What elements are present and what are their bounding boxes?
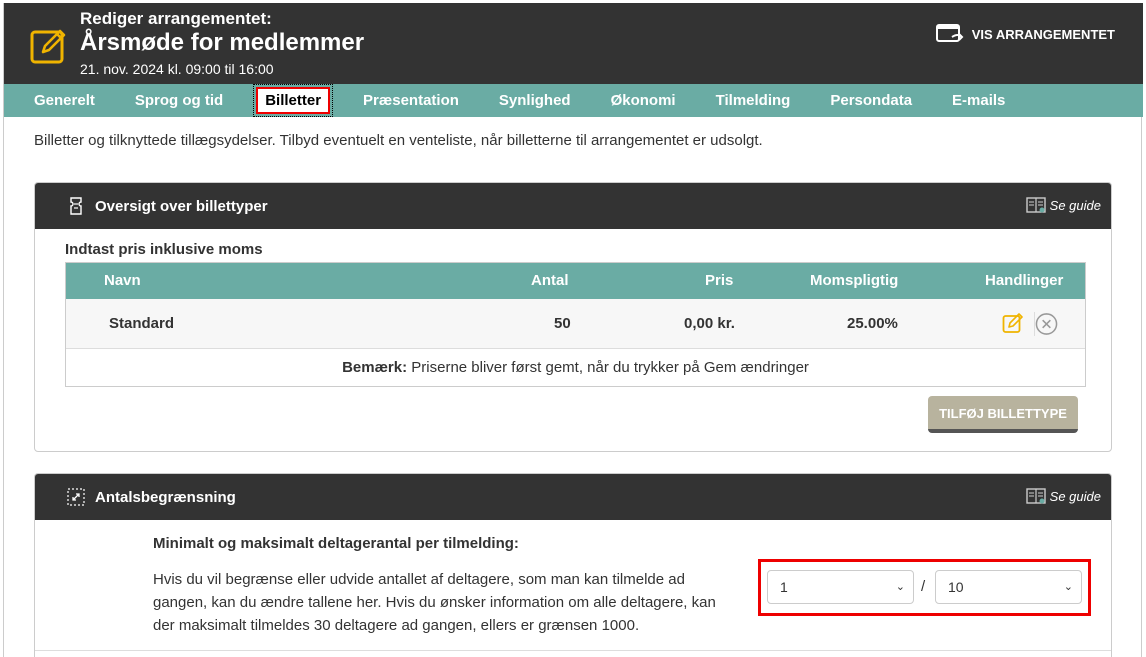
- ticket-types-panel-header: Oversigt over billettyper Se guide: [35, 183, 1111, 229]
- se-guide-link-2[interactable]: Se guide: [1025, 488, 1101, 504]
- min-max-description: Hvis du vil begrænse eller udvide antall…: [153, 571, 716, 634]
- min-participants-select[interactable]: 1 ⌄: [767, 570, 914, 604]
- col-navn: Navn: [104, 272, 141, 289]
- min-max-heading: Minimalt og maksimalt deltagerantal per …: [153, 535, 519, 552]
- min-max-select-group: 1 ⌄ / 10 ⌄: [758, 559, 1091, 616]
- edit-icon: [30, 29, 66, 64]
- ticket-types-table: Navn Antal Pris Momspligtig Handlinger S…: [65, 262, 1086, 387]
- price-note-bold: Bemærk:: [342, 359, 408, 376]
- price-note: Bemærk: Priserne bliver først gemt, når …: [66, 349, 1085, 386]
- resize-icon: [67, 488, 85, 506]
- tab-tilmelding[interactable]: Tilmelding: [696, 84, 811, 117]
- tab-sprog-og-tid[interactable]: Sprog og tid: [115, 84, 243, 117]
- cell-navn: Standard: [109, 315, 175, 332]
- tab-e-mails[interactable]: E-mails: [932, 84, 1025, 117]
- preview-window-icon: [935, 24, 964, 42]
- table-row: Standard 50 0,00 kr. 25.00%: [66, 299, 1085, 349]
- min-participants-value: 1: [780, 579, 788, 595]
- tab-praesentation[interactable]: Præsentation: [343, 84, 479, 117]
- ticket-icon: [70, 197, 82, 215]
- col-antal: Antal: [531, 272, 569, 289]
- page-header: Rediger arrangementet: Årsmøde for medle…: [4, 3, 1143, 84]
- edit-ticket-icon[interactable]: [1002, 312, 1024, 334]
- max-participants-value: 10: [948, 579, 964, 595]
- intro-text: Billetter og tilknyttede tillægsydelser.…: [34, 132, 763, 149]
- quantity-limit-title: Antalsbegrænsning: [95, 488, 236, 506]
- chevron-down-icon: ⌄: [895, 581, 905, 593]
- min-max-separator: /: [921, 578, 926, 595]
- col-momspligtig: Momspligtig: [810, 272, 899, 289]
- add-ticket-type-button[interactable]: TILFØJ BILLETTYPE: [928, 396, 1078, 433]
- divider: [35, 650, 1111, 651]
- cell-pris: 0,00 kr.: [684, 315, 735, 332]
- delete-ticket-icon[interactable]: [1034, 312, 1058, 336]
- vis-arrangementet-button[interactable]: VIS ARRANGEMENTET: [935, 23, 1115, 45]
- se-guide-label-2: Se guide: [1049, 488, 1101, 504]
- header-pre-title: Rediger arrangementet:: [80, 9, 272, 28]
- price-note-text: Priserne bliver først gemt, når du trykk…: [407, 359, 809, 376]
- quantity-limit-panel-header: Antalsbegrænsning Se guide: [35, 474, 1111, 520]
- ticket-types-title: Oversigt over billettyper: [95, 197, 268, 215]
- table-header: Navn Antal Pris Momspligtig Handlinger: [66, 263, 1085, 299]
- tab-generelt[interactable]: Generelt: [4, 84, 115, 117]
- guide-book-icon: [1025, 197, 1046, 213]
- chevron-down-icon: ⌄: [1063, 581, 1073, 593]
- se-guide-label: Se guide: [1049, 197, 1101, 213]
- ticket-types-panel: Oversigt over billettyper Se guide Indta…: [34, 182, 1112, 452]
- tab-billetter[interactable]: Billetter: [253, 84, 334, 117]
- quantity-limit-panel: Antalsbegrænsning Se guide Minimalt og m…: [34, 473, 1112, 657]
- cell-antal: 50: [554, 315, 571, 332]
- page-frame: Rediger arrangementet: Årsmøde for medle…: [3, 3, 1143, 657]
- page-title: Årsmøde for medlemmer: [80, 29, 365, 56]
- col-pris: Pris: [705, 272, 734, 289]
- price-incl-vat-label: Indtast pris inklusive moms: [65, 241, 263, 258]
- cell-momspligtig: 25.00%: [847, 315, 898, 332]
- tab-okonomi[interactable]: Økonomi: [591, 84, 696, 117]
- guide-book-icon: [1025, 488, 1046, 504]
- event-date: 21. nov. 2024 kl. 09:00 til 16:00: [80, 61, 274, 77]
- max-participants-select[interactable]: 10 ⌄: [935, 570, 1082, 604]
- vis-arrangementet-label: VIS ARRANGEMENTET: [971, 26, 1115, 42]
- tab-synlighed[interactable]: Synlighed: [479, 84, 591, 117]
- col-handlinger: Handlinger: [985, 272, 1064, 289]
- se-guide-link[interactable]: Se guide: [1025, 197, 1101, 213]
- main-tabs: Generelt Sprog og tid Billetter Præsenta…: [4, 84, 1143, 117]
- tab-persondata[interactable]: Persondata: [810, 84, 932, 117]
